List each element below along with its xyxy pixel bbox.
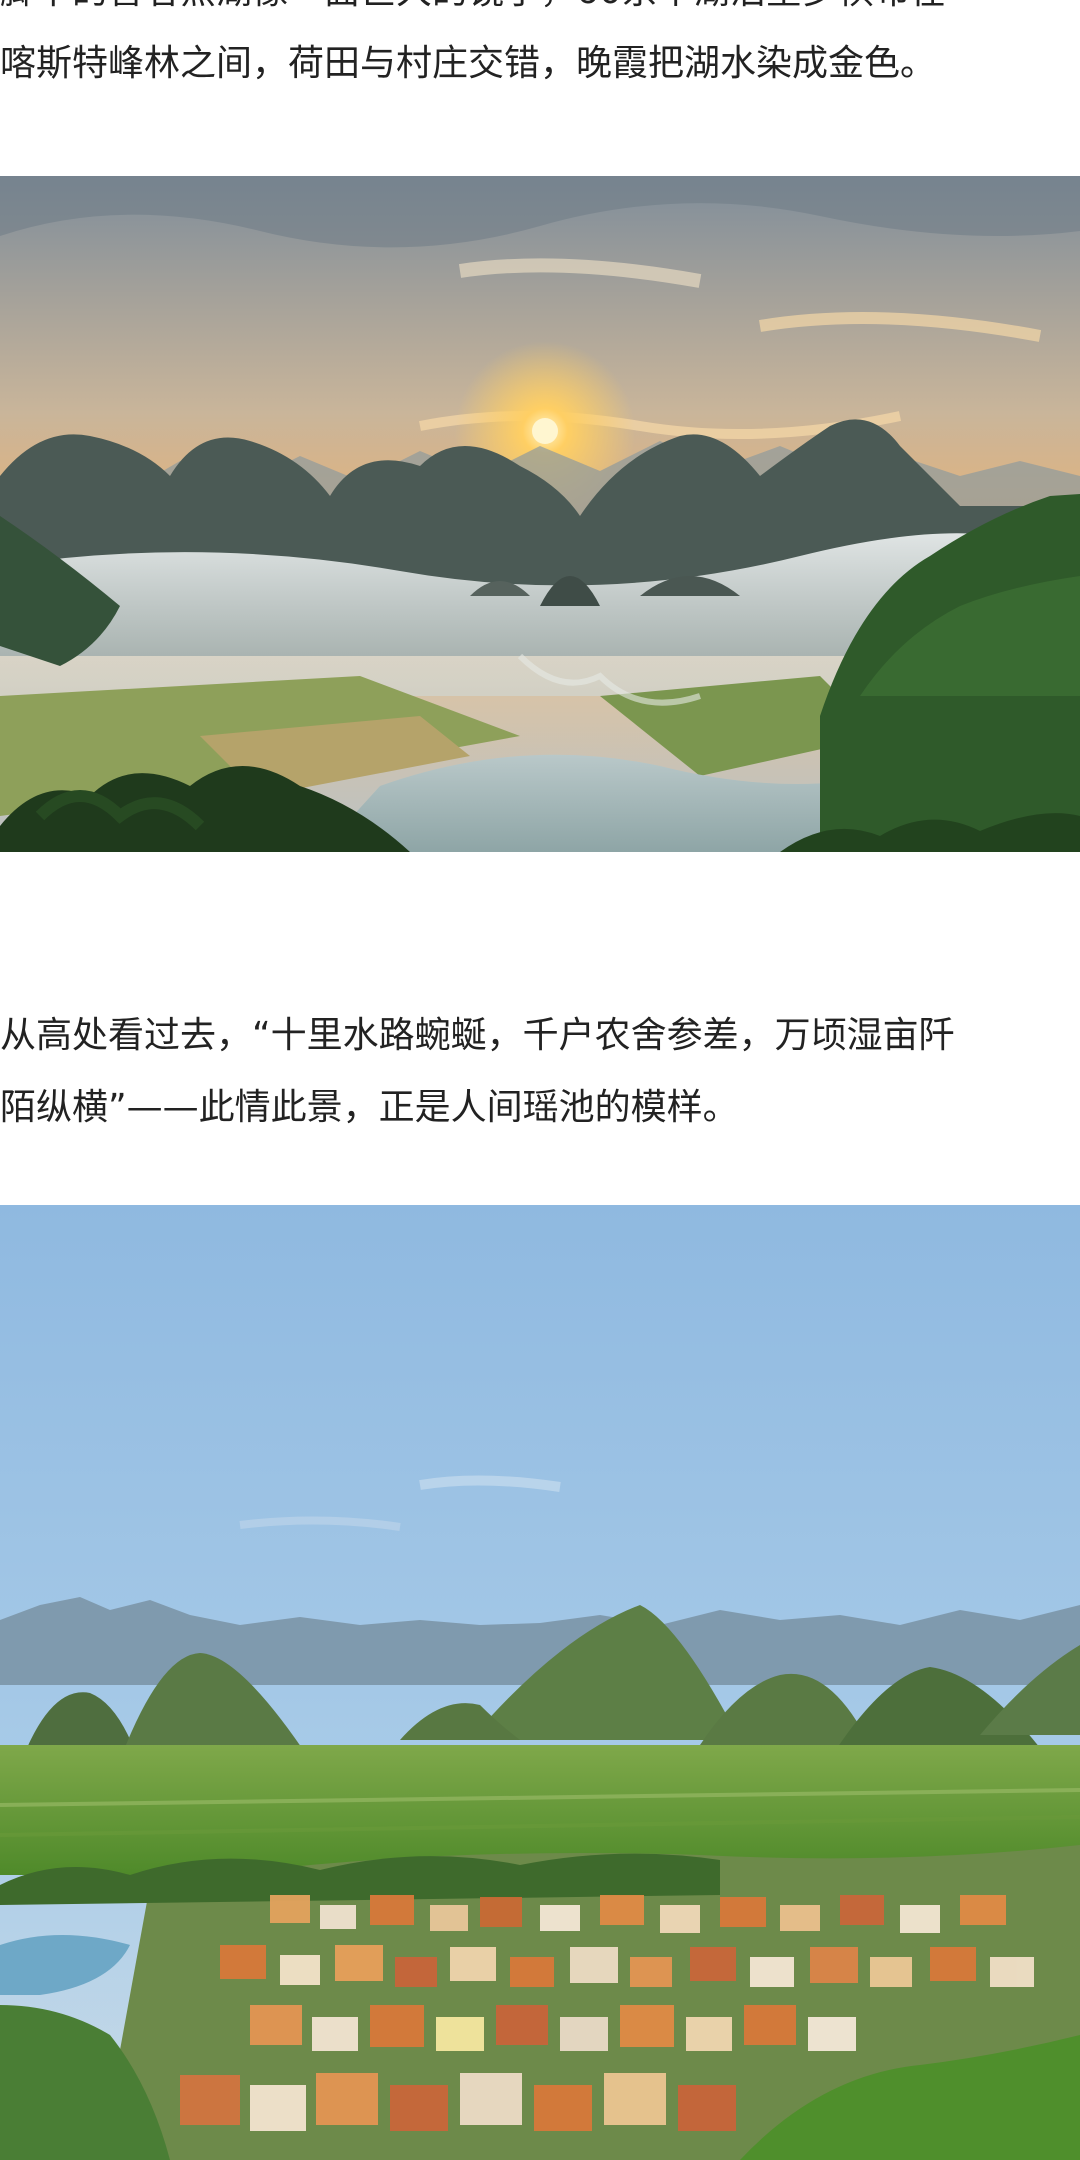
village-landscape-image[interactable]	[0, 1205, 1080, 2160]
paragraph-top-line-1: 脚下的普者黑湖像一面巨大的镜子，60余个湖泊星罗棋布在	[0, 0, 1080, 28]
landscape-photo-icon	[0, 1205, 1080, 2160]
paragraph-middle-line-1: 从高处看过去，“十里水路蜿蜒，千户农舍参差，万顷湿亩阡	[0, 1015, 955, 1056]
paragraph-top-line-2: 喀斯特峰林之间，荷田与村庄交错，晚霞把湖水染成金色。	[0, 43, 937, 84]
paragraph-middle: 从高处看过去，“十里水路蜿蜒，千户农舍参差，万顷湿亩阡 陌纵横”——此情此景，正…	[0, 1000, 1080, 1144]
sunrise-landscape-image[interactable]	[0, 176, 1080, 852]
paragraph-top: 脚下的普者黑湖像一面巨大的镜子，60余个湖泊星罗棋布在 喀斯特峰林之间，荷田与村…	[0, 0, 1080, 100]
paragraph-middle-line-2: 陌纵横”——此情此景，正是人间瑶池的模样。	[0, 1087, 739, 1128]
landscape-photo-icon	[0, 176, 1080, 852]
